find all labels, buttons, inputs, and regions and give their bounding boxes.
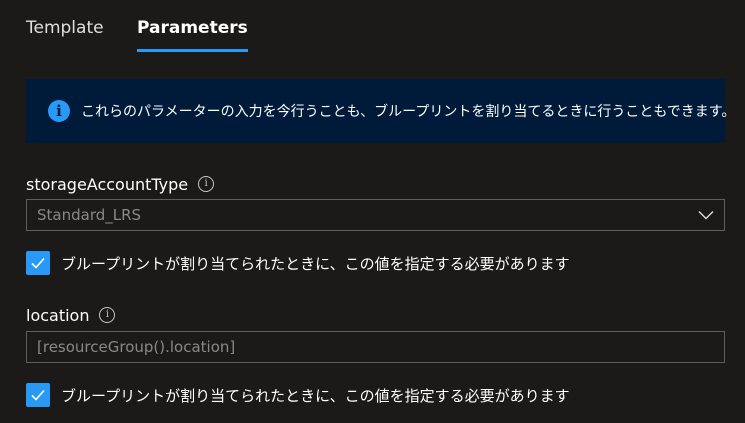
storage-account-type-label: storageAccountType i <box>26 173 215 195</box>
storage-required-checkbox-label: ブループリントが割り当てられたときに、この値を指定する必要があります <box>61 254 570 273</box>
storage-account-type-label-text: storageAccountType <box>26 174 189 194</box>
checkmark-icon <box>31 389 45 401</box>
location-required-checkbox-label: ブループリントが割り当てられたときに、この値を指定する必要があります <box>61 386 570 405</box>
info-circle-icon[interactable]: i <box>99 307 116 323</box>
tab-parameters[interactable]: Parameters <box>137 0 248 54</box>
location-label: location i <box>26 304 116 326</box>
tab-template[interactable]: Template <box>26 0 137 54</box>
checkmark-icon <box>31 257 45 269</box>
info-circle-icon[interactable]: i <box>198 176 215 192</box>
info-icon: i <box>48 100 70 122</box>
chevron-down-icon <box>698 211 714 220</box>
storage-required-checkbox-row[interactable]: ブループリントが割り当てられたときに、この値を指定する必要があります <box>26 250 570 276</box>
location-label-text: location <box>26 305 90 325</box>
location-required-checkbox[interactable] <box>26 383 50 407</box>
storage-account-type-dropdown[interactable]: Standard_LRS <box>26 199 725 231</box>
location-required-checkbox-row[interactable]: ブループリントが割り当てられたときに、この値を指定する必要があります <box>26 382 570 408</box>
storage-required-checkbox[interactable] <box>26 251 50 275</box>
info-banner: i これらのパラメーターの入力を今行うことも、ブループリントを割り当てるときに行… <box>26 79 735 143</box>
storage-account-type-selected-value: Standard_LRS <box>37 206 142 224</box>
tab-bar: Template Parameters <box>26 0 248 54</box>
parameters-panel: Template Parameters i これらのパラメーターの入力を今行うこ… <box>0 0 745 423</box>
info-banner-text: これらのパラメーターの入力を今行うことも、ブループリントを割り当てるときに行うこ… <box>81 104 736 120</box>
location-input[interactable] <box>26 331 725 363</box>
